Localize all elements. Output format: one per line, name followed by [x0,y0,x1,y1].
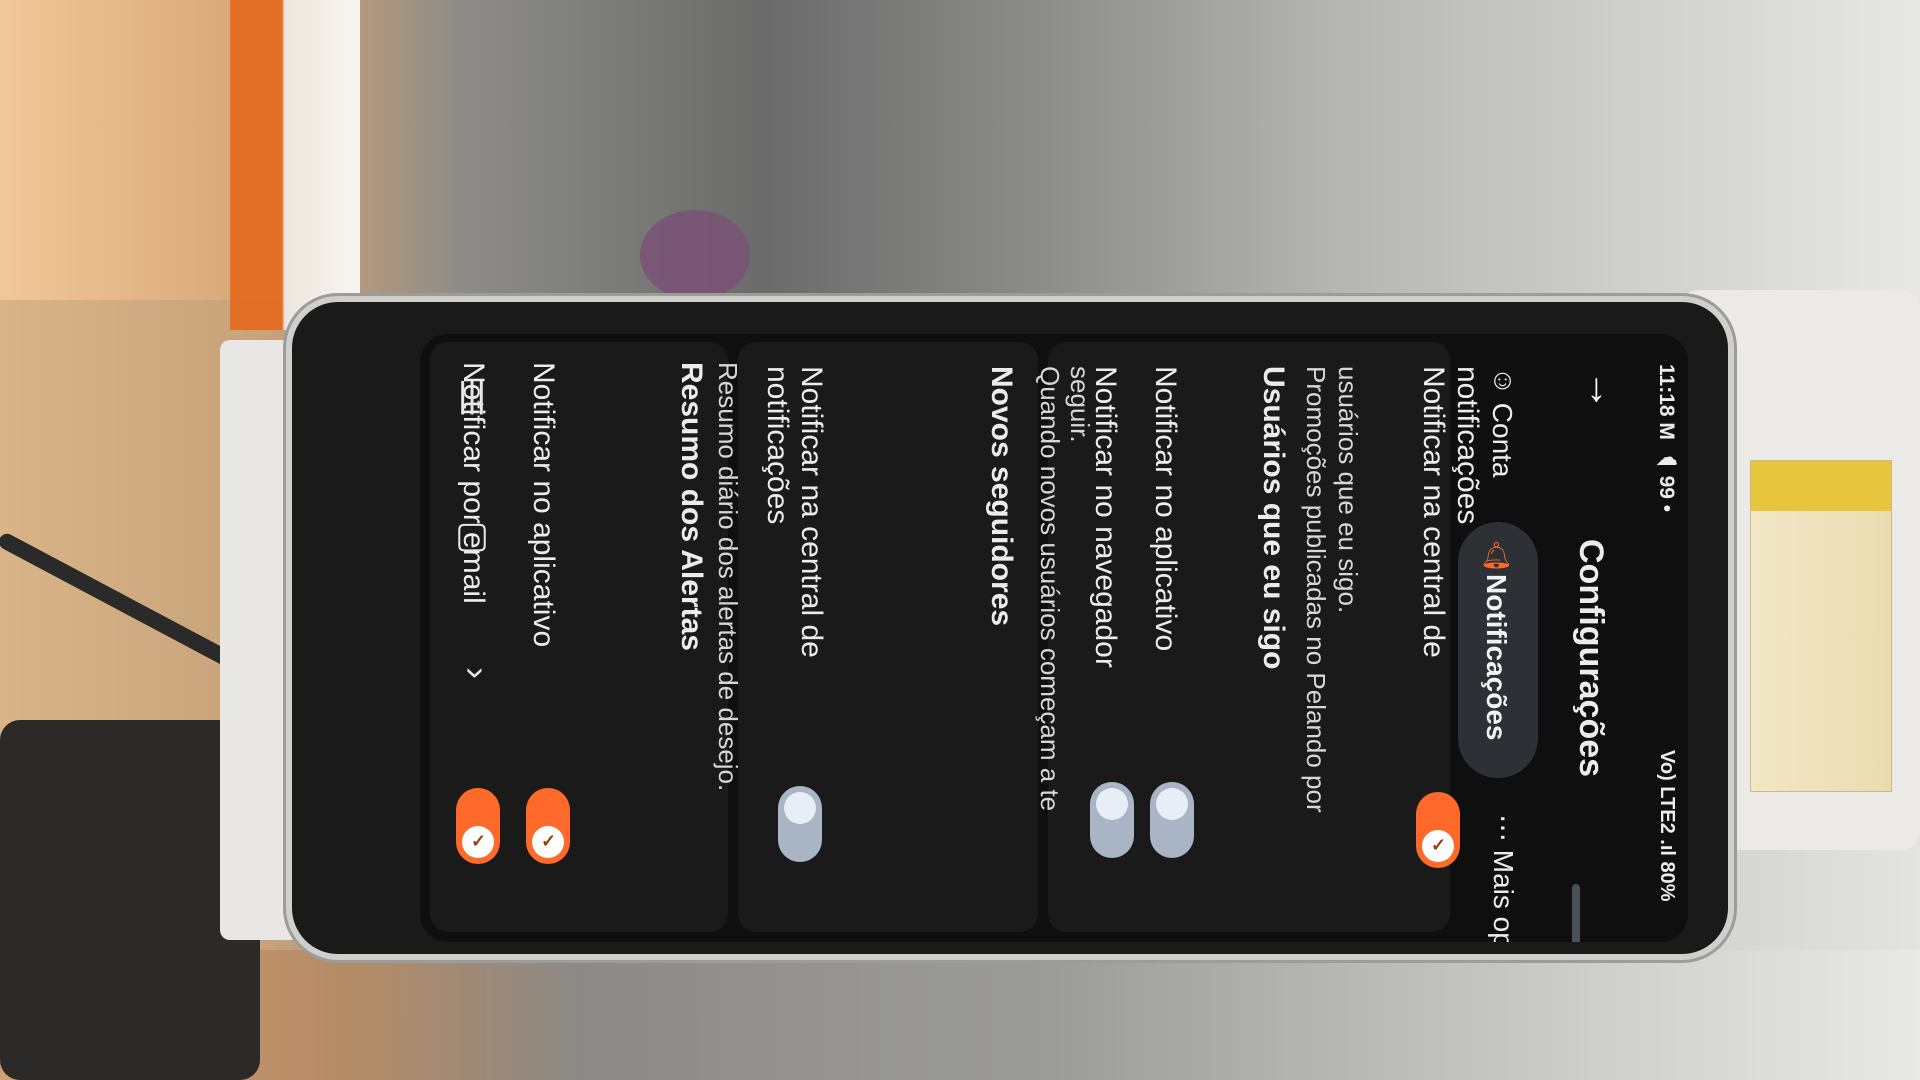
section-title: Resumo dos Alertas [675,362,708,651]
background-cable [0,530,234,668]
toggle-knob [1096,788,1128,820]
toggle-aplicativo-alertas[interactable]: ✓ [526,788,570,864]
background-scene-bottom [0,950,1920,1080]
toggle-knob: ✓ [1422,830,1454,862]
recents-icon[interactable]: ||| [452,374,492,416]
home-icon[interactable]: ▢ [452,514,492,556]
account-icon: ☺ [1487,364,1518,395]
section-novos-seguidores: Novos seguidores Quando novos usuários c… [738,342,1095,932]
section-title: Novos seguidores [985,366,1018,627]
tab-conta[interactable]: ☺ Conta [1486,364,1518,478]
section-description-2: usuários que eu sigo. [1333,366,1363,614]
scroll-handle[interactable] [1572,884,1580,942]
section-usuarios-que-eu-sigo: Usuários que eu sigo Promoções publicada… [1048,342,1484,932]
section-description-2: seguir. [1065,366,1095,443]
setting-label-line2: notificações [761,366,794,525]
section-title: Usuários que eu sigo [1257,366,1290,670]
status-icons-left: M ☁ 99 • [1655,422,1678,513]
toggle-knob: ✓ [532,826,564,858]
background-orange-flag [230,0,360,330]
section-description: Resumo diário dos alertas de desejo. [713,362,743,792]
battery-level: 80% [1656,861,1678,902]
toggle-central-notificacoes-seguidores[interactable] [778,786,822,862]
setting-label-line2: notificações [1451,366,1484,525]
bell-icon: 🔔︎ [1480,540,1514,570]
tab-conta-label: Conta [1487,402,1518,478]
back-button[interactable]: ← [1568,370,1612,410]
background-object [640,210,750,300]
phone-mount-left [220,340,300,940]
toggle-aplicativo[interactable] [1150,782,1194,858]
section-description: Quando novos usuários começam a te [1035,366,1065,812]
android-nav-bar: ||| ▢ ‹ [430,334,512,942]
toggle-central-notificacoes[interactable]: ✓ [1416,792,1460,868]
arrow-back-icon: ← [1568,370,1612,410]
tab-notificacoes[interactable]: 🔔︎ Notificações [1458,522,1538,778]
toggle-knob [784,792,816,824]
phone-screen: 11:18 M ☁ 99 • Vo) LTE2 .ıl 80% ← Config… [420,334,1688,942]
check-icon: ✓ [1431,835,1447,855]
check-icon: ✓ [541,831,557,851]
toggle-knob [1156,788,1188,820]
attention-sticker [1750,460,1892,792]
back-nav-icon[interactable]: ‹ [451,653,493,693]
page-title: Configurações [1572,539,1610,778]
status-bar-right: Vo) LTE2 .ıl 80% [1655,750,1678,902]
tab-mais-opcoes[interactable]: ⋯ Mais opç [1487,814,1520,942]
setting-label: Notificar no aplicativo [527,362,560,648]
status-time: 11:18 [1655,364,1678,417]
status-bar-left: 11:18 M ☁ 99 • [1654,364,1678,512]
status-network-icons: Vo) LTE2 .ıl [1656,750,1678,857]
toggle-navegador[interactable] [1090,782,1134,858]
tab-notificacoes-label: Notificações [1481,574,1512,741]
tab-mais-opcoes-label: Mais opç [1488,849,1519,942]
setting-label-line1: Notificar na central de [1417,366,1450,658]
setting-label: Notificar na central de [795,366,828,658]
setting-label: Notificar na central de [1416,366,1450,658]
setting-label: Notificar no aplicativo [1149,366,1182,652]
more-icon: ⋯ [1488,814,1519,842]
section-description: Promoções publicadas no Pelando por [1301,366,1331,813]
